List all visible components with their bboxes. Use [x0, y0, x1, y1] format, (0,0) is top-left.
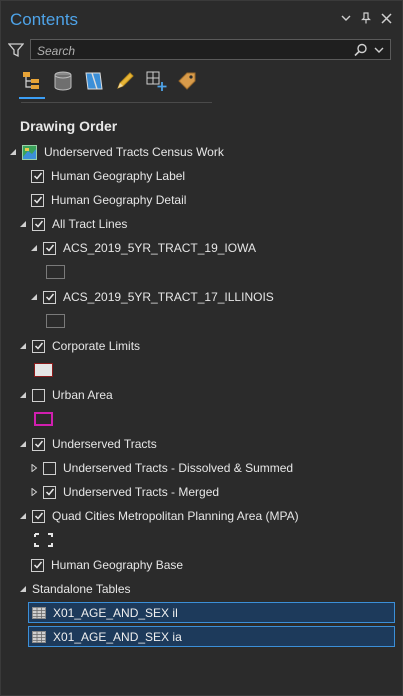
symbol-swatch[interactable]	[46, 265, 65, 279]
expand-triangle-icon[interactable]	[30, 293, 38, 301]
layer-checkbox[interactable]	[43, 461, 56, 475]
group-layer-name: Underserved Tracts	[52, 437, 157, 451]
layer-name: Human Geography Base	[51, 558, 184, 572]
filter-icon[interactable]	[8, 42, 24, 58]
tree-row-dissolved-summed[interactable]: Underserved Tracts - Dissolved & Summed	[30, 458, 293, 478]
dashed-outline-symbol[interactable]	[34, 533, 53, 547]
layer-name: Urban Area	[52, 388, 113, 402]
pin-icon[interactable]	[360, 11, 372, 25]
layer-name: Corporate Limits	[52, 339, 141, 353]
layer-name: Underserved Tracts - Dissolved & Summed	[63, 461, 294, 475]
group-layer-name: All Tract Lines	[52, 217, 128, 231]
map-name: Underserved Tracts Census Work	[44, 145, 224, 159]
map-icon	[22, 144, 37, 160]
tree-row-standalone-tables[interactable]: Standalone Tables	[19, 579, 131, 599]
expand-triangle-icon[interactable]	[19, 512, 27, 520]
tree-row-illinois-tracts[interactable]: ACS_2019_5YR_TRACT_17_ILLINOIS	[30, 287, 274, 307]
list-by-drawing-order-icon[interactable]	[19, 69, 45, 99]
pane-titlebar: Contents	[1, 1, 402, 37]
table-icon	[32, 630, 46, 643]
expand-triangle-icon[interactable]	[30, 244, 38, 252]
pane-title: Contents	[10, 10, 79, 29]
table-name: X01_AGE_AND_SEX il	[53, 605, 178, 620]
chevron-down-icon[interactable]	[340, 11, 352, 25]
layer-checkbox[interactable]	[32, 509, 45, 523]
expand-triangle-icon[interactable]	[19, 342, 27, 350]
layer-checkbox[interactable]	[31, 193, 44, 207]
list-by-data-source-icon[interactable]	[52, 69, 74, 93]
standalone-table-row[interactable]: X01_AGE_AND_SEX ia	[28, 626, 395, 647]
layer-checkbox[interactable]	[43, 290, 56, 304]
symbol-swatch[interactable]	[46, 314, 65, 328]
tree-row-human-geography-label[interactable]: Human Geography Label	[31, 166, 185, 186]
layer-name: ACS_2019_5YR_TRACT_17_ILLINOIS	[63, 290, 274, 304]
layer-checkbox[interactable]	[32, 339, 45, 353]
expand-triangle-icon[interactable]	[19, 440, 27, 448]
collapse-triangle-icon[interactable]	[30, 488, 38, 496]
layer-name: ACS_2019_5YR_TRACT_19_IOWA	[63, 241, 256, 255]
tree-row-underserved-tracts[interactable]: Underserved Tracts	[19, 434, 157, 454]
symbol-swatch[interactable]	[34, 363, 53, 377]
contents-pane: Contents Search Drawing Order Underserve…	[0, 0, 403, 696]
expand-triangle-icon[interactable]	[19, 585, 27, 593]
drawing-order-heading: Drawing Order	[20, 118, 118, 134]
expand-triangle-icon[interactable]	[19, 220, 27, 228]
layer-checkbox[interactable]	[32, 388, 45, 402]
collapse-triangle-icon[interactable]	[30, 464, 38, 472]
titlebar-controls	[340, 11, 392, 25]
layer-checkbox[interactable]	[31, 169, 44, 183]
tree-row-mpa[interactable]: Quad Cities Metropolitan Planning Area (…	[19, 506, 299, 526]
expand-triangle-icon[interactable]	[9, 148, 17, 156]
standalone-table-row[interactable]: X01_AGE_AND_SEX il	[28, 602, 395, 623]
tree-row-urban-area[interactable]: Urban Area	[19, 385, 113, 405]
layer-name: Human Geography Label	[51, 169, 186, 183]
list-by-selection-icon[interactable]	[83, 69, 105, 93]
view-toolbar	[19, 69, 211, 101]
search-options-chevron-icon[interactable]	[373, 43, 385, 57]
layer-name: Quad Cities Metropolitan Planning Area (…	[52, 509, 299, 523]
layer-checkbox[interactable]	[43, 485, 56, 499]
list-by-labeling-icon[interactable]	[176, 69, 198, 93]
layer-checkbox[interactable]	[43, 241, 56, 255]
tree-row-human-geography-base[interactable]: Human Geography Base	[31, 555, 183, 575]
tree-row-human-geography-detail[interactable]: Human Geography Detail	[31, 190, 186, 210]
tree-row-all-tract-lines[interactable]: All Tract Lines	[19, 214, 127, 234]
layer-name: Human Geography Detail	[51, 193, 187, 207]
table-icon	[32, 606, 46, 619]
tree-row-corporate-limits[interactable]: Corporate Limits	[19, 336, 140, 356]
toolbar-divider	[21, 102, 212, 103]
list-by-editing-icon[interactable]	[114, 69, 136, 93]
list-by-snapping-icon[interactable]	[145, 69, 167, 93]
expand-triangle-icon[interactable]	[19, 391, 27, 399]
search-box[interactable]	[30, 39, 391, 60]
layer-checkbox[interactable]	[31, 558, 44, 572]
table-name: X01_AGE_AND_SEX ia	[53, 629, 182, 644]
group-name: Standalone Tables	[32, 582, 131, 596]
close-icon[interactable]	[380, 11, 392, 25]
tree-row-iowa-tracts[interactable]: ACS_2019_5YR_TRACT_19_IOWA	[30, 238, 256, 258]
layer-checkbox[interactable]	[32, 217, 45, 231]
symbol-swatch[interactable]	[34, 412, 53, 426]
layer-name: Underserved Tracts - Merged	[63, 485, 220, 499]
tree-row-map[interactable]: Underserved Tracts Census Work	[9, 142, 224, 162]
layer-checkbox[interactable]	[32, 437, 45, 451]
search-icon[interactable]	[354, 43, 368, 57]
search-input[interactable]	[35, 41, 339, 60]
tree-row-merged[interactable]: Underserved Tracts - Merged	[30, 482, 219, 502]
